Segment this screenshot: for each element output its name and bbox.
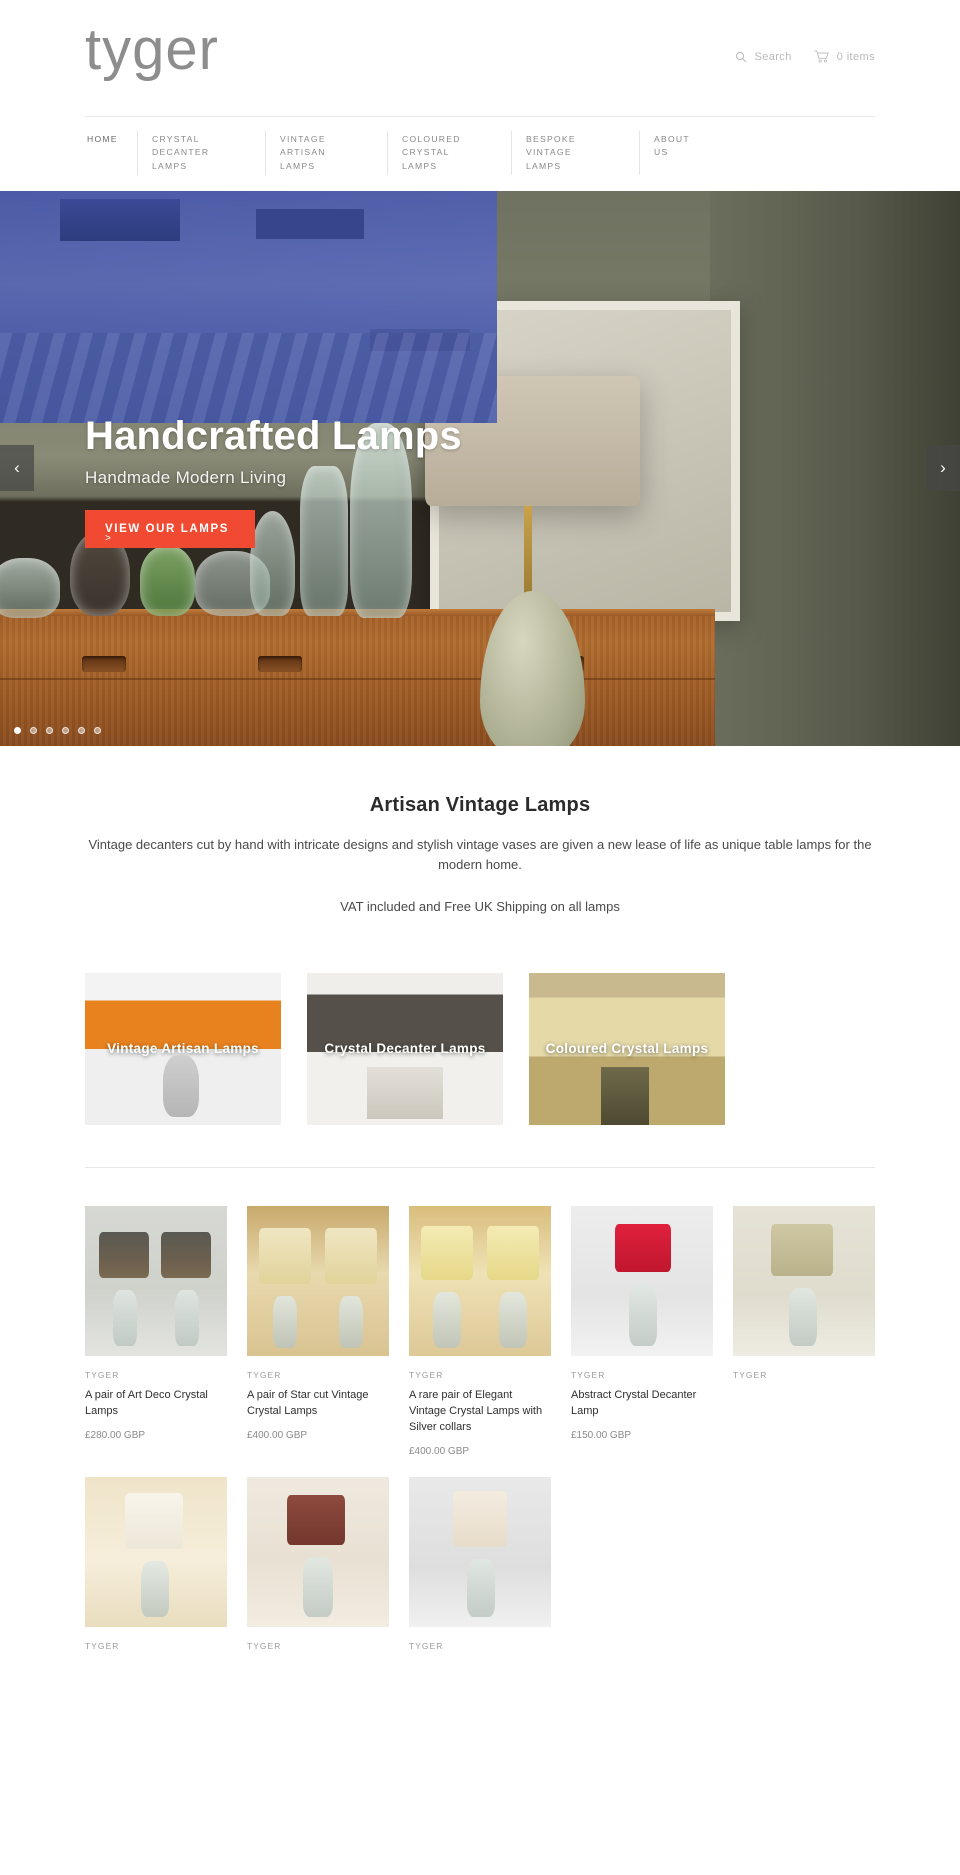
product-vendor: TYGER [247,1370,282,1381]
hero-subtitle: Handmade Modern Living [85,467,287,487]
category-tiles-section: Vintage Artisan Lamps Crystal Decanter L… [85,927,875,1169]
category-tile-label: Coloured Crystal Lamps [545,1041,709,1057]
nav-divider: HOME CRYSTAL DECANTER LAMPS VINTAGE ARTI… [85,116,875,191]
product-card: TYGER [409,1477,551,1661]
main-navigation: HOME CRYSTAL DECANTER LAMPS VINTAGE ARTI… [85,117,875,191]
product-image[interactable] [571,1206,713,1357]
product-vendor: TYGER [247,1641,282,1652]
product-price: £400.00 GBP [409,1446,470,1458]
product-vendor: TYGER [571,1370,606,1381]
cart-button[interactable]: 0 items [814,50,875,63]
nav-item-crystal-decanter-lamps[interactable]: CRYSTAL DECANTER LAMPS [137,131,265,175]
slider-prev-arrow[interactable]: ‹ [0,445,34,492]
site-header: tyger Search 0 items HOME CRYSTAL DECANT… [0,0,960,191]
product-image[interactable] [247,1206,389,1357]
product-title[interactable]: A rare pair of Elegant Vintage Crystal L… [409,1388,551,1436]
site-logo[interactable]: tyger [85,20,219,78]
header-row: tyger Search 0 items [85,20,875,102]
slider-dot[interactable] [14,726,21,734]
product-title[interactable]: A pair of Star cut Vintage Crystal Lamps [247,1388,389,1420]
nav-item-bespoke-vintage-lamps[interactable]: BESPOKE VINTAGE LAMPS [511,131,639,175]
nav-item-vintage-artisan-lamps[interactable]: VINTAGE ARTISAN LAMPS [265,131,387,175]
slider-next-arrow[interactable]: › [926,445,960,492]
slider-dot[interactable] [30,726,37,734]
cart-icon [814,50,830,63]
product-vendor: TYGER [409,1370,444,1381]
category-tile-vintage-artisan-lamps[interactable]: Vintage Artisan Lamps [85,973,281,1126]
product-title[interactable]: A pair of Art Deco Crystal Lamps [85,1388,227,1420]
product-vendor: TYGER [85,1641,120,1652]
intro-section: Artisan Vintage Lamps Vintage decanters … [85,746,875,927]
slider-dots [14,726,101,734]
slider-dot[interactable] [62,726,69,734]
chevron-right-icon: > [105,532,113,544]
header-utilities: Search 0 items [735,22,875,63]
category-tile-label: Crystal Decanter Lamps [324,1041,486,1057]
nav-item-about-us[interactable]: ABOUT US [639,131,719,175]
intro-paragraph: Vintage decanters cut by hand with intri… [88,836,872,873]
search-label: Search [754,50,792,63]
page-title: Artisan Vintage Lamps [369,793,591,816]
hero-title: Handcrafted Lamps [85,413,462,458]
product-image[interactable] [409,1206,551,1357]
view-our-lamps-button[interactable]: VIEW OUR LAMPS > [85,509,255,548]
product-title[interactable]: Abstract Crystal Decanter Lamp [571,1388,713,1420]
product-vendor: TYGER [85,1370,120,1381]
product-price: £400.00 GBP [247,1430,308,1442]
product-card: TYGER A pair of Art Deco Crystal Lamps £… [85,1206,227,1457]
category-tile-coloured-crystal-lamps[interactable]: Coloured Crystal Lamps [529,973,725,1126]
product-image[interactable] [247,1477,389,1628]
product-price: £280.00 GBP [85,1430,146,1442]
search-button[interactable]: Search [735,51,791,63]
cart-count-label: 0 items [836,50,875,63]
category-tile-label: Vintage Artisan Lamps [107,1041,259,1057]
nav-item-coloured-crystal-lamps[interactable]: COLOURED CRYSTAL LAMPS [387,131,511,175]
hero-caption: Handcrafted Lamps Handmade Modern Living… [85,413,462,548]
product-card: TYGER A pair of Star cut Vintage Crystal… [247,1206,389,1457]
product-image[interactable] [85,1477,227,1628]
product-card: TYGER Abstract Crystal Decanter Lamp £15… [571,1206,713,1457]
nav-item-home[interactable]: HOME [85,131,137,175]
search-icon [735,51,747,63]
page-root: tyger Search 0 items HOME CRYSTAL DECANT… [0,0,960,1661]
product-image[interactable] [85,1206,227,1357]
product-vendor: TYGER [409,1641,444,1652]
product-card: TYGER A rare pair of Elegant Vintage Cry… [409,1206,551,1457]
vat-note: VAT included and Free UK Shipping on all… [340,899,620,915]
product-vendor: TYGER [733,1370,768,1381]
slider-dot[interactable] [78,726,85,734]
product-grid-section: TYGER A pair of Art Deco Crystal Lamps £… [85,1168,875,1661]
category-tiles: Vintage Artisan Lamps Crystal Decanter L… [85,927,875,1126]
product-image[interactable] [733,1206,875,1357]
product-grid: TYGER A pair of Art Deco Crystal Lamps £… [85,1168,875,1661]
product-image[interactable] [409,1477,551,1628]
hero-slider[interactable]: Handcrafted Lamps Handmade Modern Living… [0,190,960,746]
product-card: TYGER [247,1477,389,1661]
slider-dot[interactable] [94,726,101,734]
product-card: TYGER [85,1477,227,1661]
hero-button-label: VIEW OUR LAMPS [105,522,229,535]
product-price: £150.00 GBP [571,1430,632,1442]
slider-dot[interactable] [46,726,53,734]
product-card: TYGER [733,1206,875,1457]
category-tile-crystal-decanter-lamps[interactable]: Crystal Decanter Lamps [307,973,503,1126]
